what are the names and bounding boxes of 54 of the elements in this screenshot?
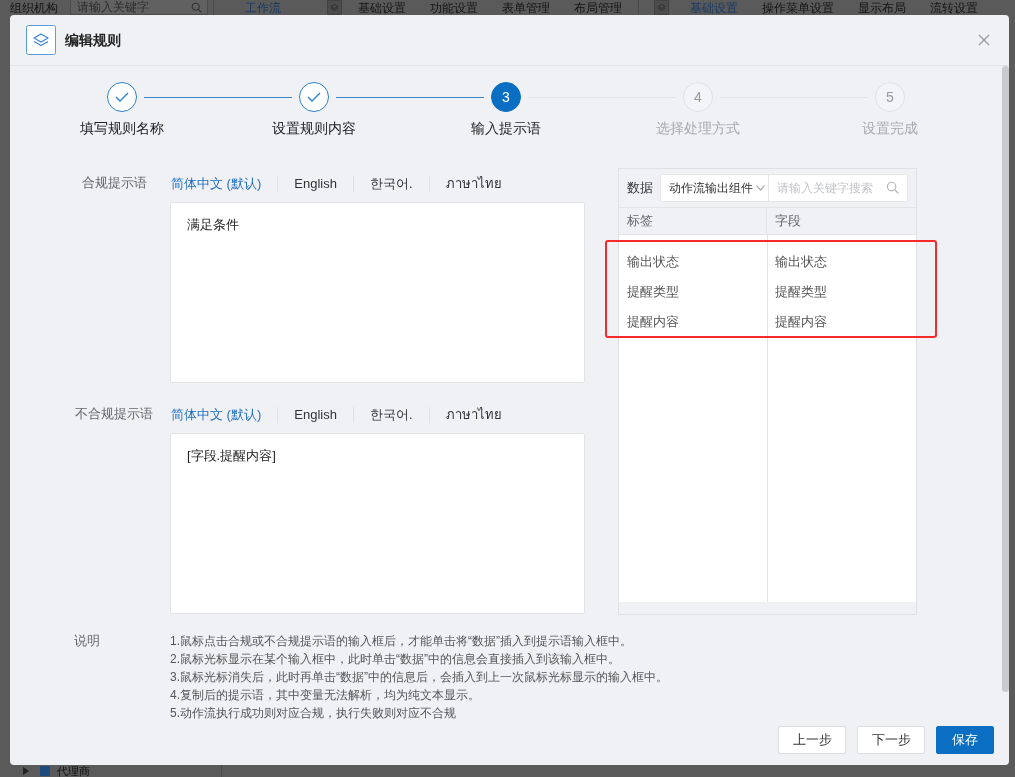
language-tab[interactable]: 한국어. (352, 407, 429, 423)
step-label: 输入提示语 (471, 119, 541, 138)
language-tab[interactable]: ภาษาไทย (428, 407, 518, 423)
data-source-select[interactable]: 动作流输出组件 (660, 174, 769, 202)
compliant-prompt-input[interactable]: 满足条件 (170, 202, 585, 383)
dialog-title: 编辑规则 (65, 30, 121, 50)
next-step-button[interactable]: 下一步 (857, 726, 925, 754)
check-icon (307, 92, 321, 102)
field-label: 不合规提示语 (74, 405, 154, 423)
search-icon[interactable] (886, 181, 899, 194)
language-tab[interactable]: 简体中文 (默认) (170, 176, 278, 192)
layers-icon[interactable] (654, 0, 669, 15)
table-cell[interactable]: 提醒类型 (767, 277, 916, 307)
table-cell[interactable]: 提醒内容 (767, 307, 916, 337)
table-cell[interactable]: 提醒内容 (619, 307, 767, 337)
language-tab[interactable]: ภาษาไทย (428, 176, 518, 192)
instruction-text: 4.复制后的提示语，其中变量无法解析，均为纯文本显示。 (170, 687, 481, 704)
language-tab[interactable]: 简体中文 (默认) (170, 407, 278, 423)
instruction-text: 1.鼠标点击合规或不合规提示语的输入框后，才能单击将“数据”插入到提示语输入框中。 (170, 633, 633, 650)
layers-icon[interactable] (327, 0, 342, 15)
select-value: 动作流输出组件 (669, 180, 753, 197)
check-icon (115, 92, 129, 102)
search-icon[interactable] (191, 2, 202, 13)
table-cell[interactable]: 提醒类型 (619, 277, 767, 307)
caret-icon[interactable] (23, 767, 29, 775)
table-cell[interactable]: 输出状态 (767, 247, 916, 277)
chevron-down-icon[interactable] (756, 185, 765, 191)
instruction-text: 5.动作流执行成功则对应合规，执行失败则对应不合规 (170, 705, 457, 722)
step-label: 选择处理方式 (656, 119, 740, 138)
column-header: 字段 (774, 212, 802, 231)
column-header: 标签 (619, 208, 767, 234)
scrollbar-thumb[interactable] (1002, 66, 1009, 692)
close-icon[interactable] (978, 34, 990, 46)
instruction-text: 2.鼠标光标显示在某个输入框中，此时单击“数据”中的信息会直接插入到该输入框中。 (170, 651, 621, 668)
save-button[interactable]: 保存 (936, 726, 994, 754)
step-label: 设置规则内容 (272, 119, 356, 138)
notes-label: 说明 (74, 632, 101, 650)
step-label: 填写规则名称 (80, 119, 164, 138)
previous-step-button[interactable]: 上一步 (778, 726, 846, 754)
instruction-text: 3.鼠标光标消失后，此时再单击“数据”中的信息后，会插入到上一次鼠标光标显示的输入框中。 (170, 669, 668, 686)
sidebar-title: 组织机构 (10, 0, 58, 15)
noncompliant-prompt-input[interactable]: [字段.提醒内容] (170, 433, 585, 614)
step-circle: 3 (491, 82, 521, 112)
field-label: 合规提示语 (80, 174, 148, 192)
node-icon (40, 766, 50, 776)
language-tab[interactable]: 한국어. (352, 176, 429, 192)
data-label: 数据 (627, 179, 651, 198)
layers-icon (26, 25, 56, 55)
language-tab[interactable]: English (277, 176, 353, 192)
table-cell[interactable]: 输出状态 (619, 247, 767, 277)
step-label: 设置完成 (862, 119, 918, 138)
language-tab[interactable]: English (277, 407, 353, 423)
step-circle: 4 (683, 82, 713, 112)
step-circle: 5 (875, 82, 905, 112)
